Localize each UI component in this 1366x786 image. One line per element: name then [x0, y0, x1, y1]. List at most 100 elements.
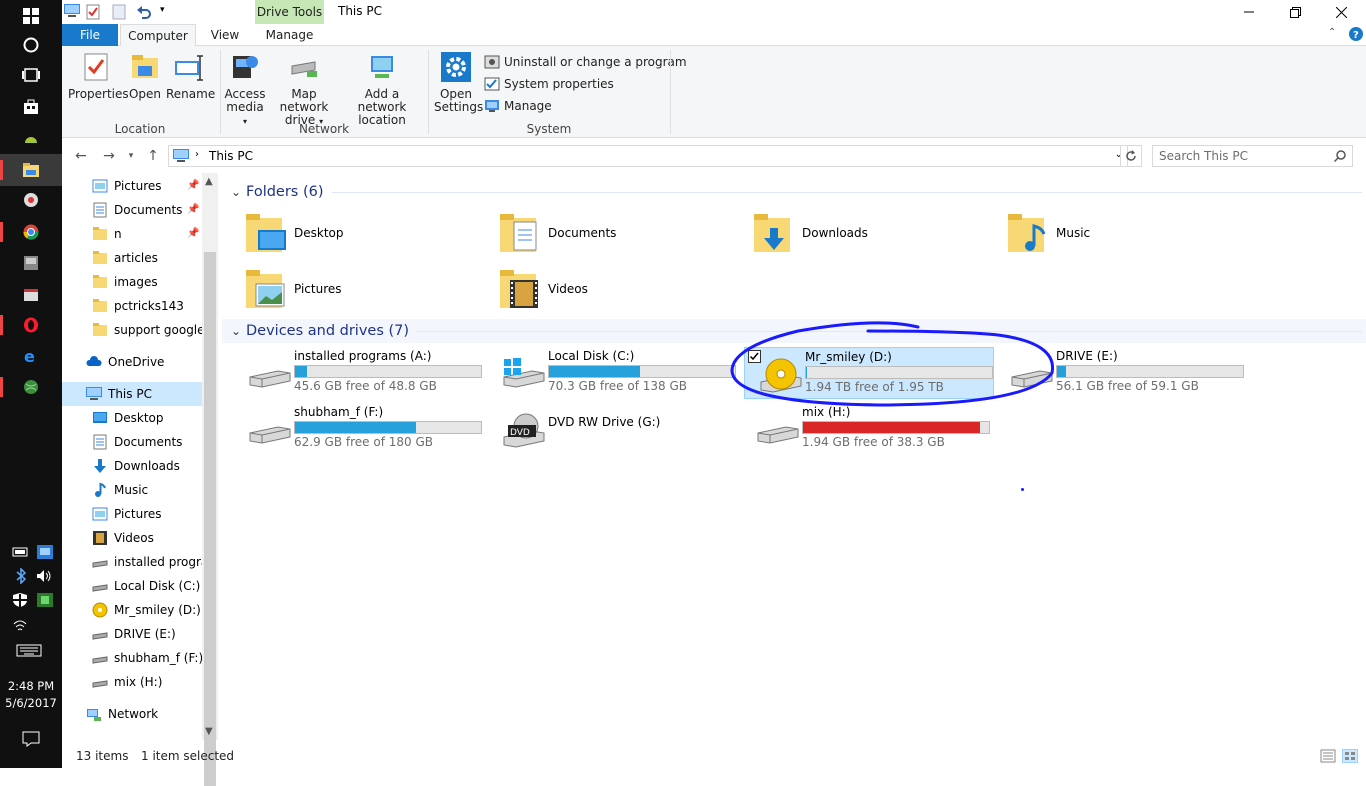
- pin-icon[interactable]: 📌: [187, 204, 199, 215]
- manage-button[interactable]: Manage: [484, 97, 552, 115]
- nav-item-articles[interactable]: articles: [62, 246, 202, 270]
- forward-button[interactable]: →: [100, 147, 118, 165]
- tab-file[interactable]: File: [62, 24, 118, 46]
- drive-c[interactable]: Local Disk (C:) 70.3 GB free of 138 GB: [488, 347, 738, 399]
- nav-item-pctricks143[interactable]: pctricks143: [62, 294, 202, 318]
- search-input[interactable]: Search This PC: [1159, 149, 1248, 163]
- nav-item-downloads[interactable]: Downloads: [62, 454, 202, 478]
- chrome-button[interactable]: [0, 216, 62, 248]
- cortana-button[interactable]: [0, 29, 62, 61]
- drive-g-dvd[interactable]: DVD DVD RW Drive (G:): [488, 403, 738, 455]
- open-settings-button[interactable]: Open Settings: [434, 52, 483, 114]
- app-button[interactable]: [0, 247, 62, 279]
- drive-f[interactable]: shubham_f (F:) 62.9 GB free of 180 GB: [234, 403, 484, 455]
- nav-item-drive-e[interactable]: DRIVE (E:): [62, 622, 202, 646]
- undo-icon[interactable]: [136, 4, 152, 20]
- nav-item-local-disk-c[interactable]: Local Disk (C:): [62, 574, 202, 598]
- tab-manage[interactable]: Manage: [255, 24, 324, 46]
- folder-downloads[interactable]: Downloads: [754, 209, 984, 257]
- keyboard-icon[interactable]: [16, 642, 42, 658]
- nav-item-videos[interactable]: Videos: [62, 526, 202, 550]
- network-monitor-icon[interactable]: [36, 544, 54, 560]
- folder-pictures[interactable]: Pictures: [246, 265, 476, 313]
- folder-music[interactable]: Music: [1008, 209, 1238, 257]
- system-properties-button[interactable]: System properties: [484, 75, 614, 93]
- wifi-icon[interactable]: [12, 618, 30, 634]
- access-media-button[interactable]: Access media ▾: [224, 52, 266, 128]
- up-button[interactable]: ↑: [144, 147, 162, 165]
- security-icon[interactable]: [12, 592, 30, 608]
- edge-button[interactable]: e: [0, 340, 62, 372]
- clock[interactable]: 2:48 PM 5/6/2017: [0, 678, 62, 712]
- properties-button[interactable]: Properties: [68, 52, 129, 101]
- close-button[interactable]: [1318, 0, 1364, 24]
- qat-dropdown-icon[interactable]: ▾: [160, 5, 165, 15]
- store-button[interactable]: [0, 91, 62, 123]
- nav-item-shubham-f[interactable]: shubham_f (F:): [62, 646, 202, 670]
- folder-desktop[interactable]: Desktop: [246, 209, 476, 257]
- add-network-location-button[interactable]: Add a network location: [342, 52, 422, 127]
- nav-item-documents[interactable]: Documents: [62, 430, 202, 454]
- drive-free-space: 62.9 GB free of 180 GB: [294, 435, 433, 449]
- address-bar[interactable]: › This PC ⌄: [168, 145, 1128, 167]
- nav-item-onedrive[interactable]: OneDrive: [62, 350, 202, 374]
- open-button[interactable]: Open: [128, 52, 162, 101]
- nav-item-pictures[interactable]: Pictures: [62, 502, 202, 526]
- title-bar[interactable]: ▾ Drive Tools This PC: [62, 0, 1366, 24]
- back-button[interactable]: ←: [72, 147, 90, 165]
- globe-button[interactable]: [0, 371, 62, 403]
- scroll-down-icon[interactable]: ▼: [205, 726, 213, 737]
- nav-item-documents-quick[interactable]: Documents: [62, 198, 202, 222]
- details-view-icon[interactable]: [1320, 749, 1336, 763]
- folders-group-header[interactable]: ⌄ Folders (6): [222, 180, 1366, 204]
- task-view-button[interactable]: [0, 59, 62, 91]
- restore-button[interactable]: [1272, 0, 1318, 24]
- minimize-button[interactable]: [1226, 0, 1272, 24]
- tab-computer[interactable]: Computer: [120, 24, 196, 47]
- battery-icon[interactable]: [12, 544, 30, 560]
- search-box[interactable]: Search This PC: [1152, 145, 1353, 167]
- bluetooth-icon[interactable]: [12, 568, 30, 584]
- drive-a[interactable]: installed programs (A:) 45.6 GB free of …: [234, 347, 484, 399]
- properties-qat-icon[interactable]: [86, 4, 100, 20]
- help-icon[interactable]: ?: [1349, 27, 1363, 41]
- file-explorer-button[interactable]: [0, 154, 62, 186]
- nav-item-desktop[interactable]: Desktop: [62, 406, 202, 430]
- nav-item-label: Mr_smiley (D:): [114, 603, 201, 617]
- opera-button[interactable]: [0, 309, 62, 341]
- app-button[interactable]: [0, 279, 62, 311]
- nav-pane-scrollbar-thumb[interactable]: [204, 252, 216, 786]
- nav-item-support-google[interactable]: support google: [62, 318, 202, 342]
- nav-item-images[interactable]: images: [62, 270, 202, 294]
- nvidia-icon[interactable]: [36, 592, 54, 608]
- start-button[interactable]: [0, 0, 62, 32]
- scroll-up-icon[interactable]: ▲: [205, 176, 213, 187]
- nav-item-pictures-quick[interactable]: Pictures: [62, 174, 202, 198]
- nav-item-mix-h[interactable]: mix (H:): [62, 670, 202, 694]
- nav-item-music[interactable]: Music: [62, 478, 202, 502]
- nav-item-n[interactable]: n: [62, 222, 202, 246]
- pin-icon[interactable]: 📌: [187, 228, 199, 239]
- collapse-ribbon-icon[interactable]: ⌃: [1328, 27, 1336, 38]
- recent-locations-button[interactable]: ▾: [122, 147, 140, 165]
- android-button[interactable]: [0, 122, 62, 154]
- tab-view[interactable]: View: [198, 24, 252, 46]
- folder-videos[interactable]: Videos: [500, 265, 730, 313]
- new-folder-qat-icon[interactable]: [112, 4, 126, 20]
- folder-documents[interactable]: Documents: [500, 209, 730, 257]
- large-icons-view-icon[interactable]: [1342, 749, 1358, 763]
- volume-icon[interactable]: [36, 568, 54, 584]
- nav-item-this-pc[interactable]: This PC: [62, 382, 202, 406]
- rename-button[interactable]: Rename: [166, 52, 215, 101]
- map-network-drive-button[interactable]: Map network drive ▾: [268, 52, 340, 128]
- nav-item-mr-smiley-d[interactable]: Mr_smiley (D:): [62, 598, 202, 622]
- action-center-icon[interactable]: [22, 731, 40, 747]
- nav-item-network[interactable]: Network: [62, 702, 202, 726]
- nav-item-installed-programs[interactable]: installed program: [62, 550, 202, 574]
- uninstall-program-button[interactable]: Uninstall or change a program: [484, 53, 687, 71]
- breadcrumb[interactable]: This PC: [209, 149, 253, 163]
- refresh-button[interactable]: [1120, 145, 1142, 167]
- pin-icon[interactable]: 📌: [187, 180, 199, 191]
- app-button[interactable]: [0, 184, 62, 216]
- group-divider: [331, 191, 1362, 193]
